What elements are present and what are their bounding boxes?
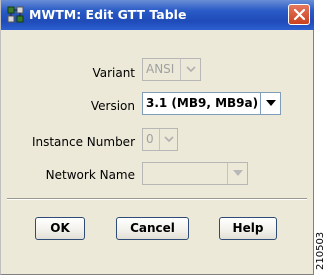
chevron-down-icon <box>159 129 177 150</box>
version-value: 3.1 (MB9, MB9a) <box>146 96 259 110</box>
figure-id: 210503 <box>315 231 326 270</box>
cancel-button[interactable]: Cancel <box>116 217 189 240</box>
mwtm-app-icon <box>7 6 25 24</box>
instance-number-value: 0 <box>146 132 154 146</box>
window-title: MWTM: Edit GTT Table <box>29 7 187 22</box>
close-button[interactable] <box>288 4 310 25</box>
ok-button[interactable]: OK <box>35 217 85 240</box>
help-button[interactable]: Help <box>219 217 277 240</box>
variant-value: ANSI <box>146 62 175 76</box>
close-icon <box>293 8 306 21</box>
chevron-down-icon <box>180 59 200 80</box>
variant-select[interactable]: ANSI <box>142 58 201 81</box>
instance-number-label: Instance Number <box>31 135 135 149</box>
instance-number-select[interactable]: 0 <box>142 128 178 151</box>
chevron-down-icon <box>227 163 247 184</box>
chevron-down-icon <box>260 93 280 114</box>
version-select[interactable]: 3.1 (MB9, MB9a) <box>142 92 281 115</box>
variant-label: Variant <box>92 66 135 80</box>
title-bar[interactable]: MWTM: Edit GTT Table <box>1 0 314 30</box>
edit-gtt-table-dialog: MWTM: Edit GTT Table Variant ANSI Versio… <box>0 0 314 275</box>
network-name-label: Network Name <box>45 168 135 182</box>
network-name-select[interactable] <box>142 162 248 185</box>
separator <box>7 198 307 200</box>
version-label: Version <box>90 99 135 113</box>
